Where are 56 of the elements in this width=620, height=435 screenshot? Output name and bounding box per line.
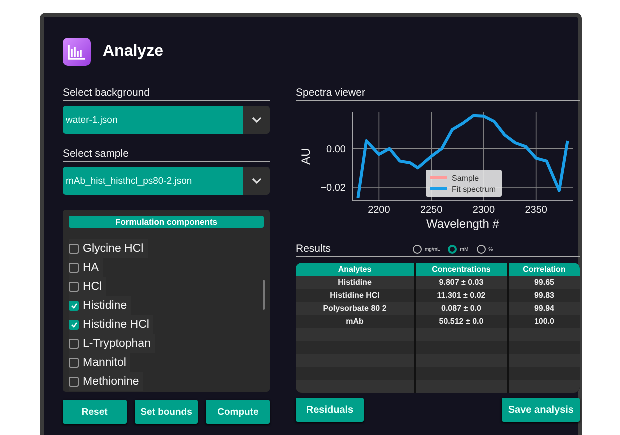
x-tick-label: 2350 <box>525 205 548 216</box>
component-option[interactable]: Histidine HCl <box>69 315 154 334</box>
x-tick-label: 2200 <box>368 205 390 216</box>
component-option[interactable]: HCl <box>69 277 106 296</box>
table-cell: Histidine <box>296 276 414 289</box>
y-axis-title: AU <box>299 148 313 165</box>
column-header: Analytes <box>296 263 414 276</box>
bar-chart-icon <box>63 38 91 66</box>
checkbox[interactable] <box>69 300 79 310</box>
checkbox[interactable] <box>69 244 79 254</box>
legend-label: Fit spectrum <box>452 185 496 194</box>
x-axis-title: Wavelength # <box>426 217 500 231</box>
radio-circle[interactable] <box>413 245 422 254</box>
checkbox[interactable] <box>69 338 79 348</box>
component-option[interactable]: Histidine <box>69 296 132 315</box>
radio-circle[interactable] <box>448 245 458 254</box>
checkbox[interactable] <box>69 376 79 386</box>
x-tick-label: 2300 <box>472 205 496 216</box>
table-cell: mAb <box>296 315 414 328</box>
checkbox[interactable] <box>69 358 79 368</box>
table-cell: Polysorbate 80 2 <box>296 302 414 315</box>
section-title: Spectra viewer <box>296 87 580 101</box>
component-option[interactable]: Glycine HCl <box>69 239 148 258</box>
table-cell: 0.087 ± 0.0 <box>416 302 507 315</box>
table-cell: 11.301 ± 0.02 <box>416 289 507 302</box>
chevron-icon <box>252 178 262 184</box>
radio-circle[interactable] <box>476 245 486 254</box>
chevron-icon <box>252 117 262 123</box>
table-cell: 99.65 <box>509 276 580 289</box>
app-title: Analyze <box>103 43 164 61</box>
table-cell: 99.83 <box>509 289 580 302</box>
section-title: Results <box>296 243 332 256</box>
x-tick-label: 2250 <box>420 205 443 216</box>
legend-swatch <box>430 188 447 190</box>
component-option[interactable]: L-Tryptophan <box>69 334 155 353</box>
legend-swatch <box>430 176 447 180</box>
scrollbar-thumb[interactable] <box>263 280 265 310</box>
column-header: Concentrations <box>416 263 507 276</box>
component-option[interactable]: Mannitol <box>69 353 130 372</box>
component-option[interactable]: HA <box>69 258 103 277</box>
field-label: Select background <box>63 87 270 101</box>
table-cell: 9.807 ± 0.03 <box>416 276 507 289</box>
checkbox[interactable] <box>69 320 79 330</box>
field-label: Select sample <box>63 148 270 162</box>
component-option[interactable]: Methionine <box>69 372 144 391</box>
table-cell: Histidine HCl <box>296 289 414 302</box>
table-cell: 99.94 <box>509 302 580 315</box>
table-cell: 100.0 <box>509 315 580 328</box>
y-tick-label: −0.02 <box>320 182 346 194</box>
checkbox[interactable] <box>69 262 79 272</box>
table-cell: 50.512 ± 0.0 <box>416 315 507 328</box>
legend-label: Sample <box>452 174 480 183</box>
y-tick-label: 0.00 <box>326 144 346 156</box>
panel-header: Formulation components <box>69 216 264 228</box>
column-header: Correlation <box>509 263 580 276</box>
checkbox[interactable] <box>69 282 79 292</box>
